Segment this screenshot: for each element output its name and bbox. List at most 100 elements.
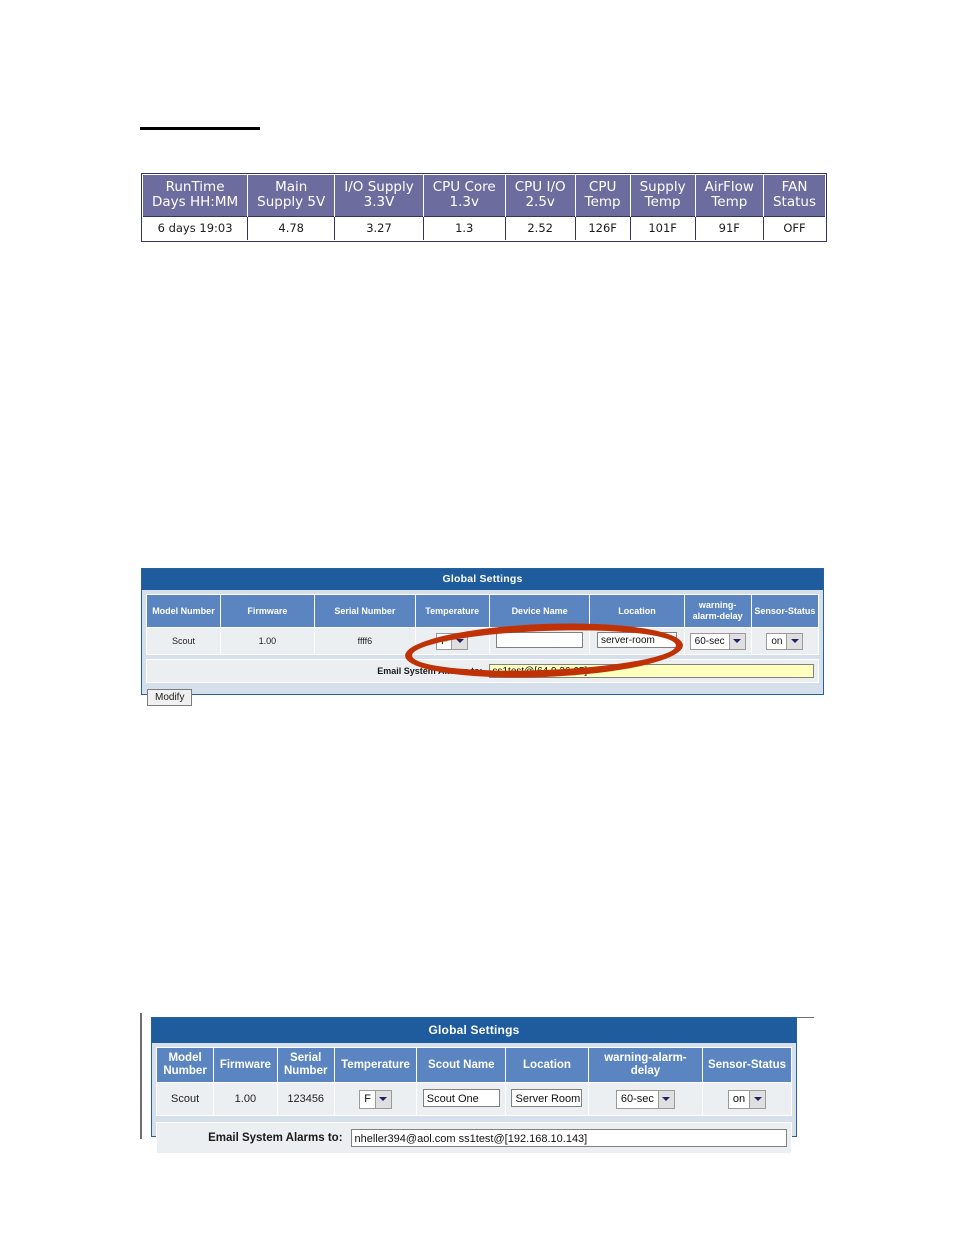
- warning-alarm-delay-select[interactable]: 60-sec: [689, 632, 746, 650]
- settings-header-row: Model Number Firmware Serial Number Temp…: [146, 594, 820, 628]
- status-col-cpu-io-line2: 2.5v: [525, 194, 555, 210]
- col-temperature: Temperature: [333, 1047, 418, 1083]
- col-serial-number: Serial Number: [313, 594, 416, 628]
- modify-button[interactable]: Modify: [147, 689, 193, 706]
- system-status-table: RunTime Days HH:MM Main Supply 5V I/O Su…: [141, 173, 828, 242]
- col-serial-number: Serial Number: [276, 1047, 335, 1083]
- sensor-status-cell: on: [702, 1082, 792, 1116]
- device-name-cell: [488, 627, 591, 655]
- temperature-unit-value: F: [437, 633, 452, 649]
- sensor-status-value: on: [728, 1090, 750, 1108]
- location-cell: server-room: [589, 627, 685, 655]
- status-col-main-supply-line1: Main: [275, 179, 308, 195]
- status-col-io-supply-line2: 3.3V: [363, 194, 395, 210]
- location-input[interactable]: server-room: [596, 632, 678, 648]
- status-value-cpu-temp: 126F: [575, 216, 631, 240]
- status-col-fan-status: FAN Status: [763, 175, 826, 217]
- section-underline-rule: [140, 127, 260, 130]
- panel-body: Model Number Firmware Serial Number Temp…: [142, 590, 823, 710]
- status-col-cpu-core: CPU Core 1.3v: [423, 175, 506, 217]
- global-settings-panel: Global Settings Model Number Firmware Se…: [151, 1017, 797, 1154]
- col-model-number: Model Number: [146, 594, 221, 628]
- status-col-io-supply-line1: I/O Supply: [344, 179, 414, 195]
- col-serial-number-line1: Serial: [290, 1052, 322, 1064]
- col-scout-name: Scout Name: [416, 1047, 507, 1083]
- col-serial-number-line2: Number: [283, 1065, 328, 1077]
- value-firmware: 1.00: [213, 1082, 278, 1116]
- col-warning-alarm-delay: warning-alarm-delay: [683, 594, 752, 628]
- status-col-runtime: RunTime Days HH:MM: [143, 175, 249, 217]
- temperature-unit-cell: F: [414, 627, 490, 655]
- global-settings-table: Model Number Firmware Serial Number Temp…: [146, 594, 820, 655]
- top-margin-rule: [796, 1017, 814, 1018]
- col-model-number-line2: Number: [163, 1065, 207, 1077]
- sensor-status-select[interactable]: on: [766, 632, 804, 650]
- status-col-cpu-io: CPU I/O 2.5v: [505, 175, 576, 217]
- temperature-unit-select[interactable]: F: [359, 1089, 392, 1109]
- status-col-cpu-core-line2: 1.3v: [449, 194, 479, 210]
- col-temperature: Temperature: [414, 594, 490, 628]
- status-col-airflow-temp-line2: Temp: [711, 194, 748, 210]
- global-settings-panel-annotated: Global Settings Model Number Firmware Se…: [141, 568, 824, 706]
- location-cell: Server Room: [505, 1082, 589, 1116]
- status-value-airflow-temp: 91F: [695, 216, 764, 240]
- warning-alarm-delay-value: 60-sec: [616, 1090, 658, 1108]
- sensor-status-select[interactable]: on: [727, 1089, 767, 1109]
- temperature-unit-select[interactable]: F: [436, 632, 469, 650]
- chevron-down-icon: [786, 633, 803, 649]
- temperature-unit-value: F: [360, 1090, 375, 1108]
- col-warning-alarm-delay: warning-alarm-delay: [587, 1047, 704, 1083]
- settings-value-row-bottom: Scout 1.00 123456 F Scout One Server Roo…: [155, 1082, 792, 1116]
- device-name-input[interactable]: [496, 632, 583, 648]
- col-firmware: Firmware: [213, 1047, 278, 1083]
- temperature-unit-cell: F: [333, 1082, 418, 1116]
- col-firmware: Firmware: [219, 594, 315, 628]
- warning-alarm-delay-value: 60-sec: [690, 633, 729, 649]
- warning-alarm-delay-select[interactable]: 60-sec: [615, 1089, 675, 1109]
- col-sensor-status: Sensor-Status: [750, 594, 820, 628]
- email-alarms-input[interactable]: nheller394@aol.com ss1test@[192.168.10.1…: [350, 1129, 787, 1147]
- value-firmware: 1.00: [219, 627, 315, 655]
- status-col-cpu-temp-line2: Temp: [584, 194, 621, 210]
- col-model-number-line1: Model: [168, 1052, 202, 1064]
- chevron-down-icon: [451, 633, 468, 649]
- status-value-io-supply: 3.27: [334, 216, 424, 240]
- value-model-number: Scout: [155, 1082, 215, 1116]
- value-serial-number: ffff6: [313, 627, 416, 655]
- status-table-header-row: RunTime Days HH:MM Main Supply 5V I/O Su…: [143, 175, 826, 217]
- sensor-status-cell: on: [750, 627, 820, 655]
- chevron-down-icon: [657, 1090, 674, 1108]
- status-col-airflow-temp-line1: AirFlow: [704, 179, 754, 195]
- warning-alarm-delay-cell: 60-sec: [587, 1082, 704, 1116]
- modify-button-area: Modify: [146, 687, 819, 706]
- status-col-main-supply: Main Supply 5V: [247, 175, 336, 217]
- chevron-down-icon: [728, 633, 745, 649]
- panel-title-global-settings-bottom: Global Settings: [152, 1018, 796, 1043]
- email-alarms-input[interactable]: ss1test@[64.9.36.65]: [488, 664, 814, 678]
- location-input[interactable]: Server Room: [511, 1088, 583, 1107]
- status-col-io-supply: I/O Supply 3.3V: [334, 175, 424, 217]
- status-col-airflow-temp: AirFlow Temp: [695, 175, 764, 217]
- status-table-value-row: 6 days 19:03 4.78 3.27 1.3 2.52 126F 101…: [143, 216, 826, 240]
- status-col-supply-temp: Supply Temp: [630, 175, 696, 217]
- warning-alarm-delay-cell: 60-sec: [683, 627, 752, 655]
- email-alarms-label: Email System Alarms to:: [208, 1132, 343, 1144]
- status-value-runtime: 6 days 19:03: [143, 216, 249, 240]
- status-value-supply-temp: 101F: [630, 216, 696, 240]
- status-col-supply-temp-line2: Temp: [644, 194, 681, 210]
- email-alarms-row-bottom: Email System Alarms to: nheller394@aol.c…: [156, 1122, 792, 1154]
- col-sensor-status: Sensor-Status: [702, 1047, 792, 1083]
- col-location: Location: [589, 594, 685, 628]
- status-col-cpu-temp-line1: CPU: [588, 179, 617, 195]
- status-value-main-supply: 4.78: [247, 216, 336, 240]
- email-alarms-label: Email System Alarms to:: [377, 666, 483, 676]
- scout-name-cell: Scout One: [416, 1082, 507, 1116]
- scout-name-input[interactable]: Scout One: [422, 1088, 500, 1107]
- col-model-number: Model Number: [155, 1047, 215, 1083]
- chevron-down-icon: [374, 1090, 391, 1108]
- settings-header-row-bottom: Model Number Firmware Serial Number Temp…: [155, 1047, 792, 1083]
- status-col-runtime-line2: Days HH:MM: [152, 194, 239, 210]
- left-margin-rule: [140, 1013, 142, 1139]
- sensor-status-value: on: [767, 633, 787, 649]
- status-col-cpu-temp: CPU Temp: [575, 175, 631, 217]
